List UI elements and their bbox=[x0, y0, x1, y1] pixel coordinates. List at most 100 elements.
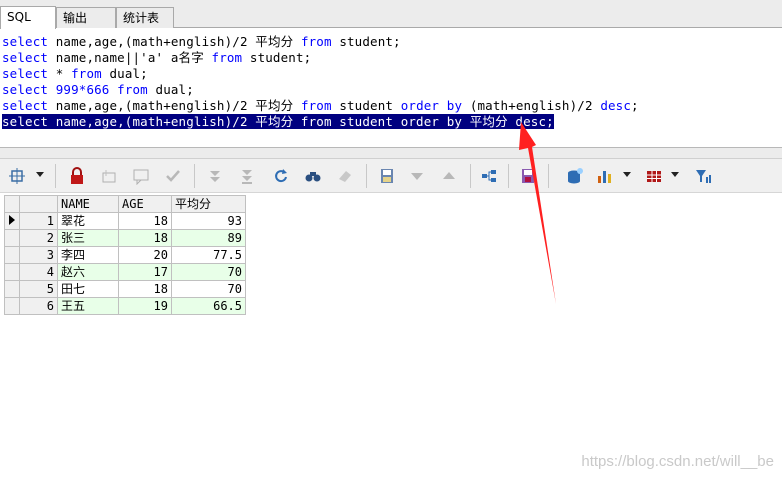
editor-tab-bar: SQL 输出 统计表 bbox=[0, 0, 782, 29]
row-number: 5 bbox=[19, 280, 58, 298]
table-row[interactable]: 6 王五 19 66.5 bbox=[4, 297, 246, 315]
row-indicator bbox=[4, 280, 20, 298]
table-row[interactable]: 3 李四 20 77.5 bbox=[4, 246, 246, 264]
cell-name[interactable]: 张三 bbox=[57, 229, 119, 247]
code-token: * bbox=[48, 66, 72, 81]
db-icon[interactable] bbox=[564, 165, 586, 187]
new-record-icon[interactable] bbox=[98, 165, 120, 187]
comment-icon[interactable] bbox=[130, 165, 152, 187]
chevron-down-icon[interactable] bbox=[36, 172, 44, 177]
cell-avg[interactable]: 89 bbox=[171, 229, 246, 247]
row-indicator bbox=[4, 246, 20, 264]
cell-avg[interactable]: 77.5 bbox=[171, 246, 246, 264]
code-token: select bbox=[2, 82, 49, 97]
up-icon[interactable] bbox=[438, 165, 460, 187]
cell-avg[interactable]: 93 bbox=[171, 212, 246, 230]
first-record-icon[interactable] bbox=[204, 165, 226, 187]
code-line[interactable]: select name,age,(math+english)/2 平均分 fro… bbox=[2, 34, 401, 50]
cell-name[interactable]: 田七 bbox=[57, 280, 119, 298]
lock-icon[interactable] bbox=[66, 165, 88, 187]
down-icon[interactable] bbox=[406, 165, 428, 187]
table-row[interactable]: 4 赵六 17 70 bbox=[4, 263, 246, 281]
code-token: student bbox=[331, 98, 401, 113]
code-line[interactable]: select 999*666 from dual; bbox=[2, 82, 194, 98]
table-row[interactable]: 2 张三 18 89 bbox=[4, 229, 246, 247]
grid-corner bbox=[4, 195, 20, 213]
code-token: name,age,(math+english)/2 平均分 bbox=[48, 34, 301, 49]
code-token: select bbox=[2, 34, 49, 49]
cell-age[interactable]: 17 bbox=[118, 263, 172, 281]
code-token: from bbox=[211, 50, 243, 65]
tab-output[interactable]: 输出 bbox=[56, 7, 116, 28]
current-row-indicator-icon bbox=[4, 212, 20, 230]
row-number: 6 bbox=[19, 297, 58, 315]
row-number: 3 bbox=[19, 246, 58, 264]
watermark: https://blog.csdn.net/will__be bbox=[581, 453, 774, 470]
cell-age[interactable]: 18 bbox=[118, 229, 172, 247]
code-line[interactable]: select name,age,(math+english)/2 平均分 fro… bbox=[2, 114, 554, 130]
cell-avg[interactable]: 70 bbox=[171, 280, 246, 298]
row-indicator bbox=[4, 229, 20, 247]
column-header-age[interactable]: AGE bbox=[118, 195, 172, 213]
column-header-name[interactable]: NAME bbox=[57, 195, 119, 213]
column-header-avg[interactable]: 平均分 bbox=[171, 195, 246, 213]
cell-avg[interactable]: 66.5 bbox=[171, 297, 246, 315]
row-indicator bbox=[4, 297, 20, 315]
cell-name[interactable]: 赵六 bbox=[57, 263, 119, 281]
code-token: select bbox=[2, 66, 49, 81]
tab-sql[interactable]: SQL bbox=[0, 6, 56, 29]
cell-age[interactable]: 19 bbox=[118, 297, 172, 315]
last-record-icon[interactable] bbox=[236, 165, 258, 187]
tab-statistics-label: 统计表 bbox=[123, 11, 160, 25]
code-token: from bbox=[300, 34, 332, 49]
clear-icon[interactable] bbox=[334, 165, 356, 187]
sql-editor[interactable]: select name,age,(math+english)/2 平均分 fro… bbox=[0, 28, 782, 147]
cell-avg[interactable]: 70 bbox=[171, 263, 246, 281]
row-number: 1 bbox=[19, 212, 58, 230]
check-icon[interactable] bbox=[162, 165, 184, 187]
save-file-icon[interactable] bbox=[376, 165, 398, 187]
code-token: select bbox=[2, 50, 49, 65]
results-panel: NAME AGE 平均分 1 翠花 18 93 2 张三 18 89 3 李四 … bbox=[0, 193, 782, 477]
code-token: (math+english)/2 bbox=[462, 98, 601, 113]
cell-name[interactable]: 李四 bbox=[57, 246, 119, 264]
code-token: student; bbox=[242, 50, 312, 65]
code-line[interactable]: select name,age,(math+english)/2 平均分 fro… bbox=[2, 98, 639, 114]
code-token: name,age,(math+english)/2 平均分 bbox=[48, 98, 301, 113]
cell-age[interactable]: 18 bbox=[118, 212, 172, 230]
code-token: select bbox=[2, 98, 49, 113]
row-number-header bbox=[19, 195, 58, 213]
selected-code: select name,age,(math+english)/2 平均分 fro… bbox=[2, 114, 554, 129]
refresh-icon[interactable] bbox=[270, 165, 292, 187]
chevron-down-icon[interactable] bbox=[671, 172, 679, 177]
find-icon[interactable] bbox=[302, 165, 324, 187]
save-icon[interactable] bbox=[517, 165, 539, 187]
results-grid[interactable]: NAME AGE 平均分 1 翠花 18 93 2 张三 18 89 3 李四 … bbox=[4, 195, 246, 315]
row-number: 4 bbox=[19, 263, 58, 281]
code-token: name,name||'a' a名字 bbox=[48, 50, 212, 65]
cell-age[interactable]: 20 bbox=[118, 246, 172, 264]
code-line[interactable]: select * from dual; bbox=[2, 66, 148, 82]
cell-name[interactable]: 翠花 bbox=[57, 212, 119, 230]
code-token: from bbox=[71, 66, 102, 81]
code-token: ; bbox=[631, 98, 639, 113]
code-token: dual; bbox=[147, 82, 194, 97]
code-token: from bbox=[117, 82, 148, 97]
tree-icon[interactable] bbox=[478, 165, 500, 187]
table-row[interactable]: 5 田七 18 70 bbox=[4, 280, 246, 298]
pane-splitter[interactable] bbox=[0, 147, 782, 159]
table-icon[interactable] bbox=[643, 165, 665, 187]
chart-icon[interactable] bbox=[594, 165, 616, 187]
grid-options-icon[interactable] bbox=[6, 165, 28, 187]
chevron-down-icon[interactable] bbox=[623, 172, 631, 177]
grid-header-row: NAME AGE 平均分 bbox=[4, 195, 246, 213]
code-line[interactable]: select name,name||'a' a名字 from student; bbox=[2, 50, 311, 66]
tab-statistics[interactable]: 统计表 bbox=[116, 7, 174, 28]
cell-name[interactable]: 王五 bbox=[57, 297, 119, 315]
data-grid-toolbar bbox=[0, 159, 782, 193]
table-row[interactable]: 1 翠花 18 93 bbox=[4, 212, 246, 230]
cell-age[interactable]: 18 bbox=[118, 280, 172, 298]
filter-icon[interactable] bbox=[692, 165, 714, 187]
code-token: dual; bbox=[101, 66, 148, 81]
code-token: student; bbox=[331, 34, 401, 49]
